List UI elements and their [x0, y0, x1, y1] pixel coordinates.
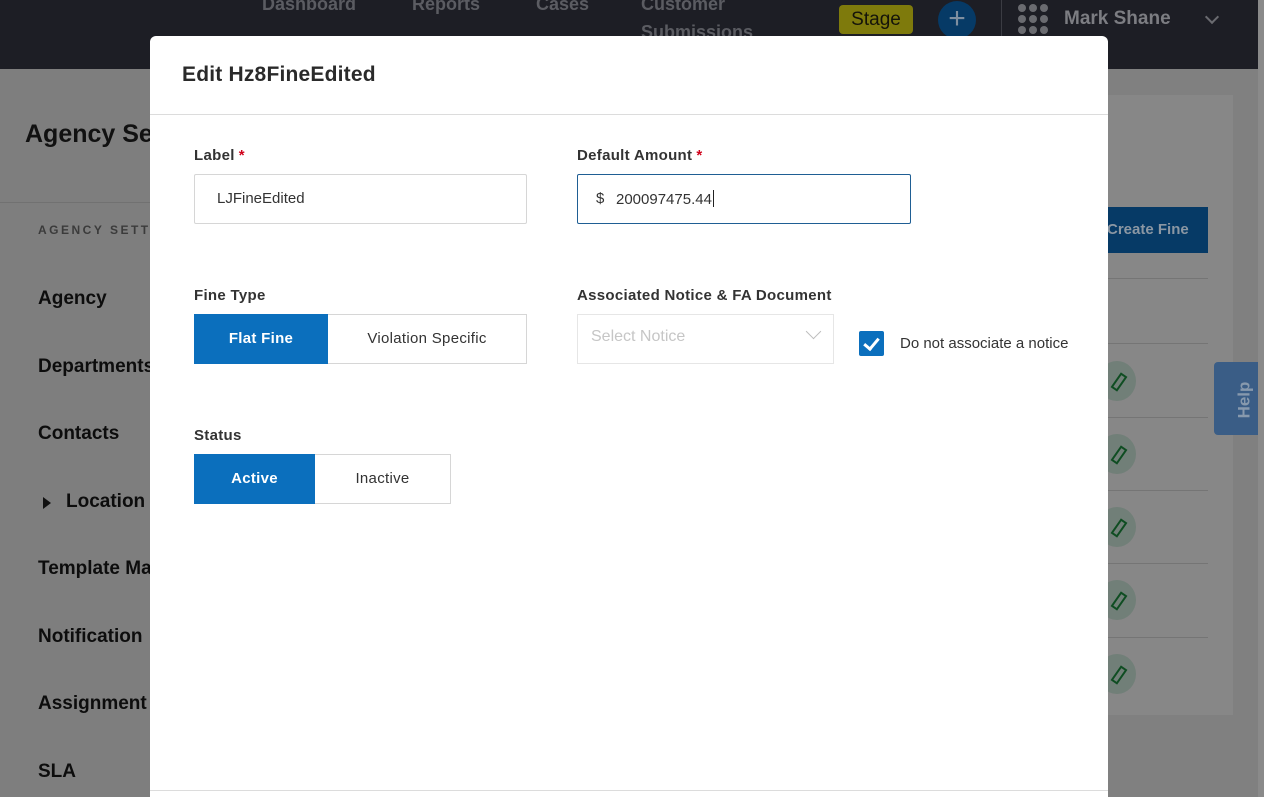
- modal-header-divider: [150, 114, 1108, 115]
- sidebar-item-template-management[interactable]: Template Ma: [38, 558, 152, 580]
- nav-customer-line: Customer: [641, 0, 726, 14]
- label-field-label: Label *: [194, 147, 245, 164]
- table-row-divider: [1108, 278, 1208, 279]
- fine-type-label: Fine Type: [194, 287, 266, 304]
- amount-field-label: Default Amount *: [577, 147, 702, 164]
- create-fine-button[interactable]: Create Fine: [1100, 207, 1208, 253]
- violation-specific-option[interactable]: Violation Specific: [328, 314, 527, 364]
- status-toggle: Active Inactive: [194, 454, 451, 504]
- modal-footer-divider: [150, 790, 1108, 791]
- table-row-divider: [1108, 490, 1208, 491]
- modal-title: Edit Hz8FineEdited: [182, 63, 376, 86]
- grid-apps-icon[interactable]: [1018, 4, 1048, 34]
- notice-label: Associated Notice & FA Document: [577, 287, 832, 304]
- environment-badge: Stage: [839, 5, 913, 34]
- flat-fine-option[interactable]: Flat Fine: [194, 314, 328, 364]
- sidebar-item-agency[interactable]: Agency: [38, 288, 107, 310]
- status-label: Status: [194, 427, 242, 444]
- sidebar-item-notification[interactable]: Notification: [38, 626, 143, 648]
- table-row-divider: [1108, 417, 1208, 418]
- page-scrollbar[interactable]: [1258, 0, 1264, 797]
- label-field-text: Label: [194, 147, 235, 164]
- help-label: Help: [1234, 381, 1254, 419]
- status-inactive-option[interactable]: Inactive: [315, 454, 451, 504]
- nav-dashboard[interactable]: Dashboard: [262, 0, 356, 15]
- sidebar-item-contacts[interactable]: Contacts: [38, 423, 119, 445]
- sidebar-item-location[interactable]: Location: [66, 491, 145, 513]
- notice-select[interactable]: Select Notice: [577, 314, 834, 364]
- default-amount-text: 200097475.44: [616, 191, 712, 208]
- caret-right-icon[interactable]: [43, 497, 51, 509]
- page-title: Agency Set: [25, 120, 162, 148]
- status-active-option[interactable]: Active: [194, 454, 315, 504]
- required-mark: *: [696, 147, 703, 164]
- sidebar-item-departments[interactable]: Departments: [38, 356, 154, 378]
- no-notice-checkbox-label[interactable]: Do not associate a notice: [900, 335, 1068, 352]
- plus-icon[interactable]: +: [938, 1, 976, 39]
- user-name[interactable]: Mark Shane: [1064, 8, 1171, 30]
- label-input[interactable]: LJFineEdited: [194, 174, 527, 224]
- chevron-down-icon[interactable]: [1204, 9, 1220, 25]
- table-row-divider: [1108, 637, 1208, 638]
- checkbox-checked-icon[interactable]: [859, 331, 884, 356]
- default-amount-value: 200097475.44: [616, 190, 714, 208]
- sidebar-item-sla[interactable]: SLA: [38, 761, 76, 783]
- required-mark: *: [238, 147, 245, 164]
- fine-type-toggle: Flat Fine Violation Specific: [194, 314, 527, 364]
- currency-symbol: $: [596, 190, 605, 207]
- help-tab[interactable]: Help: [1214, 362, 1264, 435]
- nav-reports[interactable]: Reports: [412, 0, 480, 15]
- amount-field-text: Default Amount: [577, 147, 693, 164]
- sidebar-item-assignment[interactable]: Assignment: [38, 693, 147, 715]
- table-row-divider: [1108, 343, 1208, 344]
- nav-cases[interactable]: Cases: [536, 0, 589, 15]
- sidebar-section-header: AGENCY SETTIN: [38, 223, 168, 237]
- text-cursor: [712, 190, 714, 207]
- table-row-divider: [1108, 563, 1208, 564]
